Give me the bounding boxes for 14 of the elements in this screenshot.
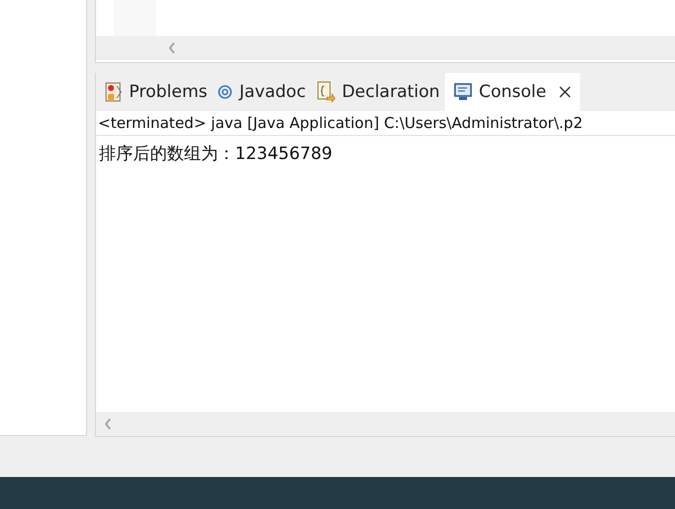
scroll-left-icon[interactable] (168, 42, 176, 54)
horizontal-scrollbar[interactable] (96, 412, 675, 436)
scroll-left-icon[interactable] (104, 418, 112, 430)
problems-icon (105, 82, 123, 102)
console-header: <terminated> java [Java Application] C:\Users\Administrator\.p2 (96, 111, 675, 136)
horizontal-scrollbar[interactable] (96, 36, 675, 60)
declaration-icon (316, 81, 336, 103)
view-tab[interactable]: Problems (100, 73, 212, 111)
output-line: 排序后的数组为：123456789 (99, 143, 334, 165)
view-tab[interactable]: Javadoc (212, 73, 311, 111)
view-tab[interactable]: Console (444, 73, 580, 111)
monitor-icon (452, 83, 473, 101)
close-icon[interactable] (558, 85, 572, 99)
view-tab[interactable]: Declaration (310, 73, 445, 111)
